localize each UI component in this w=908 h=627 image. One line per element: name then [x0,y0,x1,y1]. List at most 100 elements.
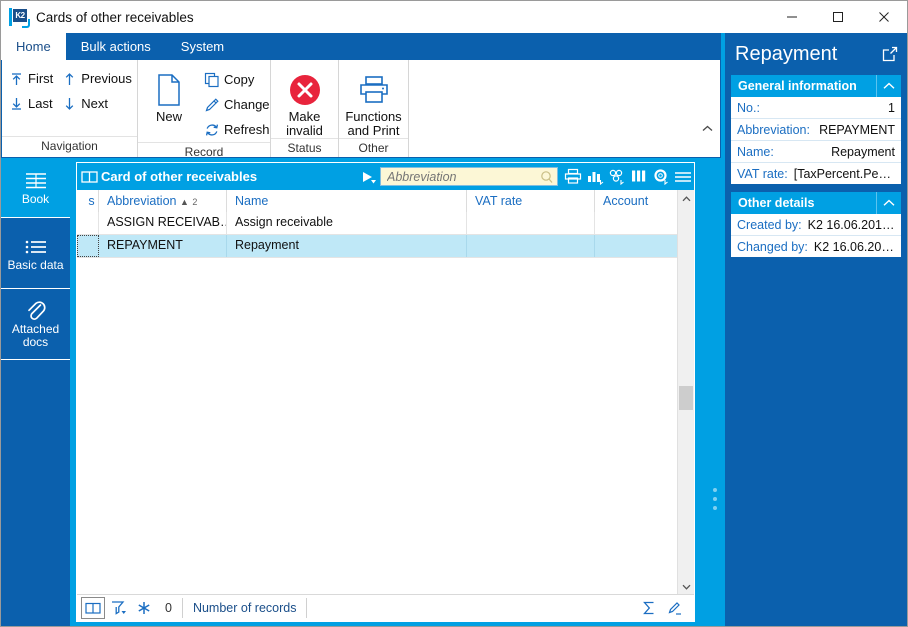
detail-row-vat-rate-label: VAT rate: [737,166,788,181]
bar-chart-icon[interactable] [584,166,606,188]
ribbon-collapse-button[interactable] [700,121,714,135]
table-row[interactable]: REPAYMENT Repayment [77,235,694,258]
detail-row-no-value: 1 [888,100,895,115]
make-invalid-label: Make invalid [286,109,323,138]
detail-row-created-by: Created by: K2 16.06.2016 1… [731,214,901,236]
sidebar-item-basic-data-label: Basic data [7,257,64,272]
scroll-up-button[interactable] [678,190,694,207]
new-button[interactable]: New [138,66,200,124]
search-input[interactable] [381,167,539,186]
row-abbreviation-cell: REPAYMENT [99,235,227,257]
tab-home[interactable]: Home [1,33,66,60]
detail-section-other-details: Other details Created by: K2 16.06.2016 … [731,192,901,257]
list-icon [23,235,49,259]
detail-section-other-details-header[interactable]: Other details [731,192,901,214]
chevron-up-icon[interactable] [876,192,901,214]
gear-icon[interactable] [650,166,672,188]
row-status-cell [77,212,99,234]
red-x-circle-icon [288,70,322,110]
row-name-cell: Assign receivable [227,212,467,234]
book-open-icon[interactable] [81,597,105,619]
popout-icon[interactable] [881,45,899,63]
grid-container: Card of other receivables Abbreviation s… [76,162,695,622]
sidebar-item-book[interactable]: Book [1,158,70,218]
pivot-icon[interactable] [606,166,628,188]
columns-icon[interactable] [628,166,650,188]
sidebar: Book Basic data Attached docs [1,158,70,626]
detail-row-changed-by: Changed by: K2 16.06.2016 … [731,236,901,257]
column-header-abbreviation[interactable]: Abbreviation ▲ 2 [99,190,227,212]
maximize-button[interactable] [815,1,861,33]
sidebar-item-attached-docs-label: Attached docs [11,322,60,349]
chevron-up-icon[interactable] [876,75,901,97]
detail-row-abbreviation-label: Abbreviation: [737,122,810,137]
scrollbar-thumb[interactable] [679,386,693,410]
funnel-dropdown-icon[interactable] [105,597,131,619]
grid-toolbar: Card of other receivables [77,163,694,190]
grid-vertical-scrollbar[interactable] [677,190,694,595]
book-open-icon [77,170,101,184]
panel-splitter-handle[interactable] [713,488,717,512]
detail-row-abbreviation: Abbreviation: REPAYMENT [731,119,901,141]
change-button[interactable]: Change [200,92,270,117]
column-header-s[interactable]: s [77,190,99,212]
detail-row-no: No.: 1 [731,97,901,119]
sort-order-number: 2 [192,197,198,207]
number-of-records-label[interactable]: Number of records [181,598,308,618]
ribbon-group-navigation-label: Navigation [2,136,137,157]
nav-first-label: First [28,71,54,86]
sidebar-item-book-label: Book [21,192,50,206]
pencil-icon [200,97,224,113]
column-header-name[interactable]: Name [227,190,467,212]
tab-system[interactable]: System [166,33,239,60]
tab-bulk-actions[interactable]: Bulk actions [66,33,166,60]
menu-icon[interactable] [672,166,694,188]
copy-button[interactable]: Copy [200,67,270,92]
detail-panel-header: Repayment [725,33,907,75]
record-count-value: 0 [165,601,172,615]
detail-row-created-by-label: Created by: [737,217,802,232]
column-header-account[interactable]: Account [595,190,683,212]
arrow-up-to-line-icon [10,72,28,86]
sidebar-item-attached-docs[interactable]: Attached docs [1,289,70,360]
search-box[interactable] [380,167,558,186]
ribbon: Home Bulk actions System First Last Prev… [1,33,721,159]
detail-row-changed-by-label: Changed by: [737,239,808,254]
detail-panel: Repayment General information No.: 1 Abb… [721,33,907,626]
row-account-cell [595,212,683,234]
table-row[interactable]: ASSIGN RECEIVAB… Assign receivable [77,212,694,235]
detail-section-general-information-header[interactable]: General information [731,75,901,97]
detail-section-general-information-title: General information [738,79,857,93]
column-header-vat-rate[interactable]: VAT rate [467,190,595,212]
window-title: Cards of other receivables [36,9,194,25]
ribbon-group-navigation: First Last Previous Next Navigation [2,60,138,157]
refresh-button[interactable]: Refresh [200,117,270,142]
scroll-down-button[interactable] [678,578,694,595]
nav-first-button[interactable]: First [8,66,61,91]
close-button[interactable] [861,1,907,33]
ribbon-tabs: Home Bulk actions System [1,33,721,60]
minimize-button[interactable] [769,1,815,33]
nav-previous-button[interactable]: Previous [61,66,140,91]
sigma-icon[interactable] [636,597,662,619]
grid-status-bar: 0 Number of records [77,594,694,621]
detail-row-abbreviation-value: REPAYMENT [819,122,895,137]
pencil-icon[interactable] [662,597,688,619]
refresh-label: Refresh [224,122,270,137]
copy-label: Copy [224,72,255,87]
detail-row-name: Name: Repayment [731,141,901,163]
nav-next-button[interactable]: Next [61,91,140,116]
asterisk-icon[interactable] [131,597,157,619]
ribbon-group-record: New Copy Change Refresh Record [138,60,271,159]
functions-and-print-button[interactable]: Functions and Print [340,66,408,138]
ribbon-group-status: Make invalid Status [271,60,339,157]
sidebar-item-basic-data[interactable]: Basic data [1,218,70,289]
grid-column-headers: s Abbreviation ▲ 2 Name VAT rate Account [77,190,694,213]
ribbon-group-other: Functions and Print Other [339,60,409,157]
make-invalid-button[interactable]: Make invalid [274,66,336,138]
arrow-down-icon [63,97,81,111]
printer-icon[interactable] [562,166,584,188]
play-dropdown-icon[interactable] [358,170,380,184]
row-abbreviation-cell: ASSIGN RECEIVAB… [99,212,227,234]
nav-last-button[interactable]: Last [8,91,61,116]
